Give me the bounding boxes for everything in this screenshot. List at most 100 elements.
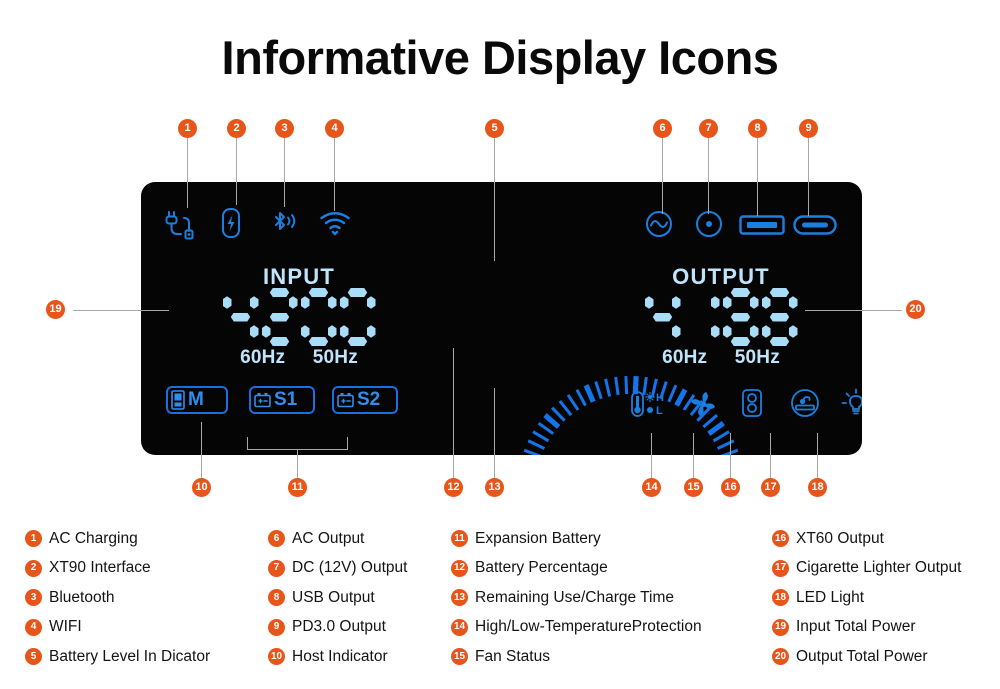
legend-badge-13: 13 [451,589,468,607]
legend-item[interactable]: 1 AC Charging [25,524,210,554]
gauge-tick [566,394,580,411]
callout-badge-2[interactable]: 2 [227,119,246,138]
callout-badge-3[interactable]: 3 [275,119,294,138]
segment-c [711,323,720,339]
callout-badge-13[interactable]: 13 [485,478,504,497]
expansion-battery-s2-button[interactable]: S2 [332,386,398,414]
segment-d [346,337,369,346]
segment-c [789,323,798,339]
legend-text: USB Output [292,588,375,606]
legend-item[interactable]: 9 PD3.0 Output [268,613,407,643]
legend-badge-18: 18 [772,589,789,607]
callout-badge-10[interactable]: 10 [192,478,211,497]
callout-badge-1[interactable]: 1 [178,119,197,138]
legend-item[interactable]: 17 Cigarette Lighter Output [772,554,961,584]
legend-item[interactable]: 19 Input Total Power [772,613,961,643]
seven-segment-digit [723,288,759,346]
gauge-tick [624,376,629,395]
legend-badge-6: 6 [268,530,285,548]
callout-badge-11[interactable]: 11 [288,478,307,497]
seven-segment-digit [223,288,259,346]
leader-line-12 [453,348,454,478]
legend-item[interactable]: 3 Bluetooth [25,583,210,613]
segment-f [645,294,654,310]
gauge-tick [702,413,718,429]
expansion-battery-bracket [247,437,348,450]
callout-badge-17[interactable]: 17 [761,478,780,497]
host-indicator-button[interactable]: M [166,386,228,414]
input-60hz-label: 60Hz [240,347,286,368]
input-50hz-label: 50Hz [312,347,358,368]
legend-item[interactable]: 13 Remaining Use/Charge Time [451,583,702,613]
callout-badge-19[interactable]: 19 [46,300,65,319]
leader-line-20 [805,310,902,311]
legend-item[interactable]: 11 Expansion Battery [451,524,702,554]
callout-badge-20[interactable]: 20 [906,300,925,319]
callout-badge-16[interactable]: 16 [721,478,740,497]
callout-badge-12[interactable]: 12 [444,478,463,497]
output-digits [581,288,861,346]
expansion-battery-s2-label: S2 [357,389,381,410]
leader-line-10 [201,422,202,478]
segment-a [768,288,791,297]
callout-badge-6[interactable]: 6 [653,119,672,138]
gauge-tick [532,430,550,443]
callout-badge-14[interactable]: 14 [642,478,661,497]
pd30-output-icon [793,215,837,235]
gauge-tick [551,406,566,422]
segment-d [768,337,791,346]
dc-output-icon [695,210,723,238]
legend-text: Battery Percentage [475,559,608,577]
legend-badge-7: 7 [268,559,285,577]
segment-b [672,294,681,310]
segment-c [328,323,337,339]
callout-badge-18[interactable]: 18 [808,478,827,497]
callout-badge-5[interactable]: 5 [485,119,504,138]
gauge-tick [594,381,603,400]
page-title: Informative Display Icons [221,31,779,84]
legend-item[interactable]: 2 XT90 Interface [25,554,210,584]
legend-item[interactable]: 5 Battery Level In Dicator [25,642,210,672]
callout-badge-4[interactable]: 4 [325,119,344,138]
segment-b [789,294,798,310]
gauge-tick [632,376,639,395]
leader-line-6 [662,138,663,214]
leader-line-15 [693,433,694,478]
legend-item[interactable]: 6 AC Output [268,524,407,554]
callout-badge-9[interactable]: 9 [799,119,818,138]
legend-item[interactable]: 10 Host Indicator [268,642,407,672]
expansion-battery-s1-button[interactable]: S1 [249,386,315,414]
legend-item[interactable]: 18 LED Light [772,583,961,613]
segment-f [301,294,310,310]
legend-badge-15: 15 [451,648,468,666]
legend-item[interactable]: 14 High/Low-TemperatureProtection [451,613,702,643]
output-50hz-label: 50Hz [734,347,780,368]
legend-item[interactable]: 8 USB Output [268,583,407,613]
legend-item[interactable]: 7 DC (12V) Output [268,554,407,584]
legend-item[interactable]: 15 Fan Status [451,642,702,672]
legend-item[interactable]: 4 WIFI [25,613,210,643]
legend-item[interactable]: 12 Battery Percentage [451,554,702,584]
legend-text: PD3.0 Output [292,618,386,636]
callout-badge-15[interactable]: 15 [684,478,703,497]
host-indicator-label: M [188,389,204,410]
gauge-tick [674,388,688,407]
leader-line-9 [808,138,809,216]
gauge-tick [523,448,542,455]
legend-badge-19: 19 [772,618,789,636]
gauge-tick [558,400,573,416]
legend-item[interactable]: 20 Output Total Power [772,642,961,672]
callout-badge-8[interactable]: 8 [748,119,767,138]
callout-badge-7[interactable]: 7 [699,119,718,138]
seven-segment-digit [762,288,798,346]
legend-text: Remaining Use/Charge Time [475,588,675,606]
leader-line-17 [770,433,771,478]
leader-line-1 [187,138,188,208]
segment-f [762,294,771,310]
legend-item[interactable]: 16 XT60 Output [772,524,961,554]
leader-line-4 [334,138,335,211]
cigarette-lighter-output-icon [790,388,820,423]
gauge-tick [575,388,587,407]
segment-e [262,323,271,339]
gauge-tick [682,394,696,411]
